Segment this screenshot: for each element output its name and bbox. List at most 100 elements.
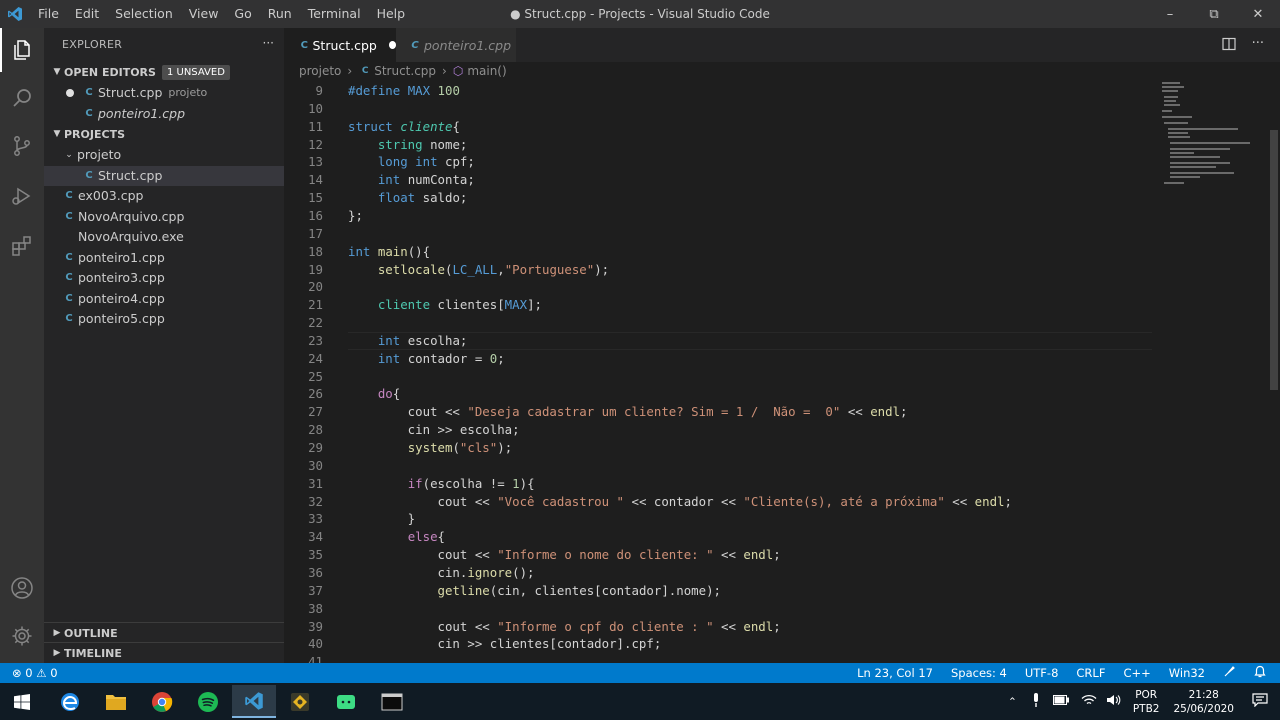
scrollbar-thumb[interactable] <box>1270 130 1278 390</box>
code-line[interactable]: 41 <box>284 653 1160 663</box>
vscode-taskbar-icon[interactable] <box>232 685 276 718</box>
file-item[interactable]: C NovoArquivo.cpp <box>44 207 284 228</box>
menu-file[interactable]: File <box>30 0 67 28</box>
search-icon[interactable] <box>0 76 44 120</box>
more-actions-icon[interactable]: ··· <box>263 36 274 50</box>
code-line[interactable]: 22 <box>284 314 1160 332</box>
menu-selection[interactable]: Selection <box>107 0 181 28</box>
code-line[interactable]: 30 <box>284 457 1160 475</box>
menu-edit[interactable]: Edit <box>67 0 107 28</box>
file-item[interactable]: Cponteiro5.cpp <box>44 309 284 330</box>
file-item[interactable]: Cponteiro1.cpp <box>44 248 284 269</box>
source-control-icon[interactable] <box>0 124 44 168</box>
explorer-icon[interactable] <box>0 28 44 72</box>
code-line[interactable]: 31 if(escolha != 1){ <box>284 475 1160 493</box>
code-line[interactable]: 12 string nome; <box>284 136 1160 154</box>
input-language[interactable]: POR PTB2 <box>1133 688 1160 716</box>
outline-header[interactable]: ▶ OUTLINE <box>44 622 284 643</box>
minimap[interactable] <box>1160 80 1268 663</box>
code-line[interactable]: 38 <box>284 600 1160 618</box>
vertical-scrollbar[interactable] <box>1268 80 1280 663</box>
extensions-icon[interactable] <box>0 224 44 268</box>
file-item[interactable]: NovoArquivo.exe <box>44 227 284 248</box>
code-line[interactable]: 21 cliente clientes[MAX]; <box>284 296 1160 314</box>
menu-view[interactable]: View <box>181 0 227 28</box>
account-icon[interactable] <box>0 566 44 610</box>
minimize-button[interactable]: – <box>1148 0 1192 28</box>
open-editor-struct[interactable]: C Struct.cpp projeto <box>44 83 284 104</box>
code-line[interactable]: 27 cout << "Deseja cadastrar um cliente?… <box>284 403 1160 421</box>
code-line[interactable]: 10 <box>284 100 1160 118</box>
indentation[interactable]: Spaces: 4 <box>951 666 1007 680</box>
feedback-icon[interactable] <box>1223 665 1236 681</box>
problems-indicator[interactable]: ⊗ 0 ⚠ 0 <box>12 666 58 680</box>
code-line[interactable]: 28 cin >> escolha; <box>284 421 1160 439</box>
menu-run[interactable]: Run <box>260 0 300 28</box>
file-item[interactable]: Cex003.cpp <box>44 186 284 207</box>
tab-ponteiro1-cpp[interactable]: C ponteiro1.cpp <box>396 28 516 62</box>
code-line[interactable]: 29 system("cls"); <box>284 439 1160 457</box>
folder-projeto[interactable]: ⌄ projeto <box>44 145 284 166</box>
code-line[interactable]: 11 struct cliente{ <box>284 118 1160 136</box>
edge-browser-icon[interactable] <box>48 685 92 718</box>
code-line[interactable]: 32 cout << "Você cadastrou " << contador… <box>284 493 1160 511</box>
file-item[interactable]: Cponteiro3.cpp <box>44 268 284 289</box>
spotify-icon[interactable] <box>186 685 230 718</box>
code-line[interactable]: 35 cout << "Informe o nome do cliente: "… <box>284 546 1160 564</box>
windows-start-icon[interactable] <box>0 685 44 718</box>
code-line[interactable]: 36 cin.ignore(); <box>284 564 1160 582</box>
chrome-icon[interactable] <box>140 685 184 718</box>
breadcrumb-file[interactable]: Struct.cpp <box>374 64 436 78</box>
settings-gear-icon[interactable] <box>0 614 44 658</box>
code-line[interactable]: 26 do{ <box>284 385 1160 403</box>
code-line[interactable]: 16}; <box>284 207 1160 225</box>
menu-help[interactable]: Help <box>369 0 414 28</box>
split-editor-icon[interactable] <box>1222 37 1236 54</box>
menu-terminal[interactable]: Terminal <box>300 0 369 28</box>
timeline-header[interactable]: ▶ TIMELINE <box>44 642 284 663</box>
action-center-icon[interactable] <box>1252 693 1268 710</box>
breadcrumb-symbol[interactable]: main() <box>467 64 506 78</box>
code-line[interactable]: 39 cout << "Informe o cpf do cliente : "… <box>284 618 1160 636</box>
cursor-position[interactable]: Ln 23, Col 17 <box>857 666 933 680</box>
wifi-icon[interactable] <box>1081 694 1097 709</box>
open-editor-ponteiro1[interactable]: C ponteiro1.cpp <box>44 104 284 125</box>
unsaved-dot-icon[interactable] <box>388 41 396 49</box>
clock[interactable]: 21:28 25/06/2020 <box>1173 688 1234 716</box>
volume-icon[interactable] <box>1106 694 1121 709</box>
notifications-bell-icon[interactable] <box>1254 665 1266 681</box>
file-explorer-icon[interactable] <box>94 685 138 718</box>
chevron-up-icon[interactable]: ⌃ <box>1008 696 1017 708</box>
code-line[interactable]: 17 <box>284 225 1160 243</box>
close-window-button[interactable]: ✕ <box>1236 0 1280 28</box>
microphone-icon[interactable] <box>1031 693 1041 710</box>
encoding[interactable]: UTF-8 <box>1025 666 1059 680</box>
code-line[interactable]: 34 else{ <box>284 528 1160 546</box>
terminal-icon[interactable] <box>370 685 414 718</box>
code-line[interactable]: 13 long int cpf; <box>284 153 1160 171</box>
code-line[interactable]: 37 getline(cin, clientes[contador].nome)… <box>284 582 1160 600</box>
projects-header[interactable]: ▼ PROJECTS <box>44 124 284 145</box>
code-line[interactable]: 19 setlocale(LC_ALL,"Portuguese"); <box>284 261 1160 279</box>
platform[interactable]: Win32 <box>1169 666 1205 680</box>
end-of-line[interactable]: CRLF <box>1076 666 1105 680</box>
code-line[interactable]: 25 <box>284 368 1160 386</box>
code-line[interactable]: 20 <box>284 278 1160 296</box>
file-item[interactable]: Cponteiro4.cpp <box>44 289 284 310</box>
code-line[interactable]: 18 int main(){ <box>284 243 1160 261</box>
code-line[interactable]: 33 } <box>284 510 1160 528</box>
run-debug-icon[interactable] <box>0 174 44 218</box>
code-line[interactable]: 14 int numConta; <box>284 171 1160 189</box>
open-editors-header[interactable]: ▼ OPEN EDITORS 1 UNSAVED <box>44 62 284 83</box>
restore-button[interactable]: ⧉ <box>1192 0 1236 28</box>
language-mode[interactable]: C++ <box>1123 666 1150 680</box>
breadcrumb-folder[interactable]: projeto <box>299 64 341 78</box>
android-app-icon[interactable] <box>324 685 368 718</box>
tab-struct-cpp[interactable]: C Struct.cpp <box>284 28 396 62</box>
more-actions-icon[interactable]: ··· <box>1252 36 1264 51</box>
code-line[interactable]: 40 cin >> clientes[contador].cpf; <box>284 635 1160 653</box>
code-line[interactable]: 23 int escolha; <box>284 331 1160 350</box>
code-line[interactable]: 24 int contador = 0; <box>284 350 1160 368</box>
code-line[interactable]: 9 #define MAX 100 <box>284 82 1160 100</box>
code-editor[interactable]: 9 #define MAX 100 10 11 struct cliente{12 st… <box>284 82 1160 663</box>
